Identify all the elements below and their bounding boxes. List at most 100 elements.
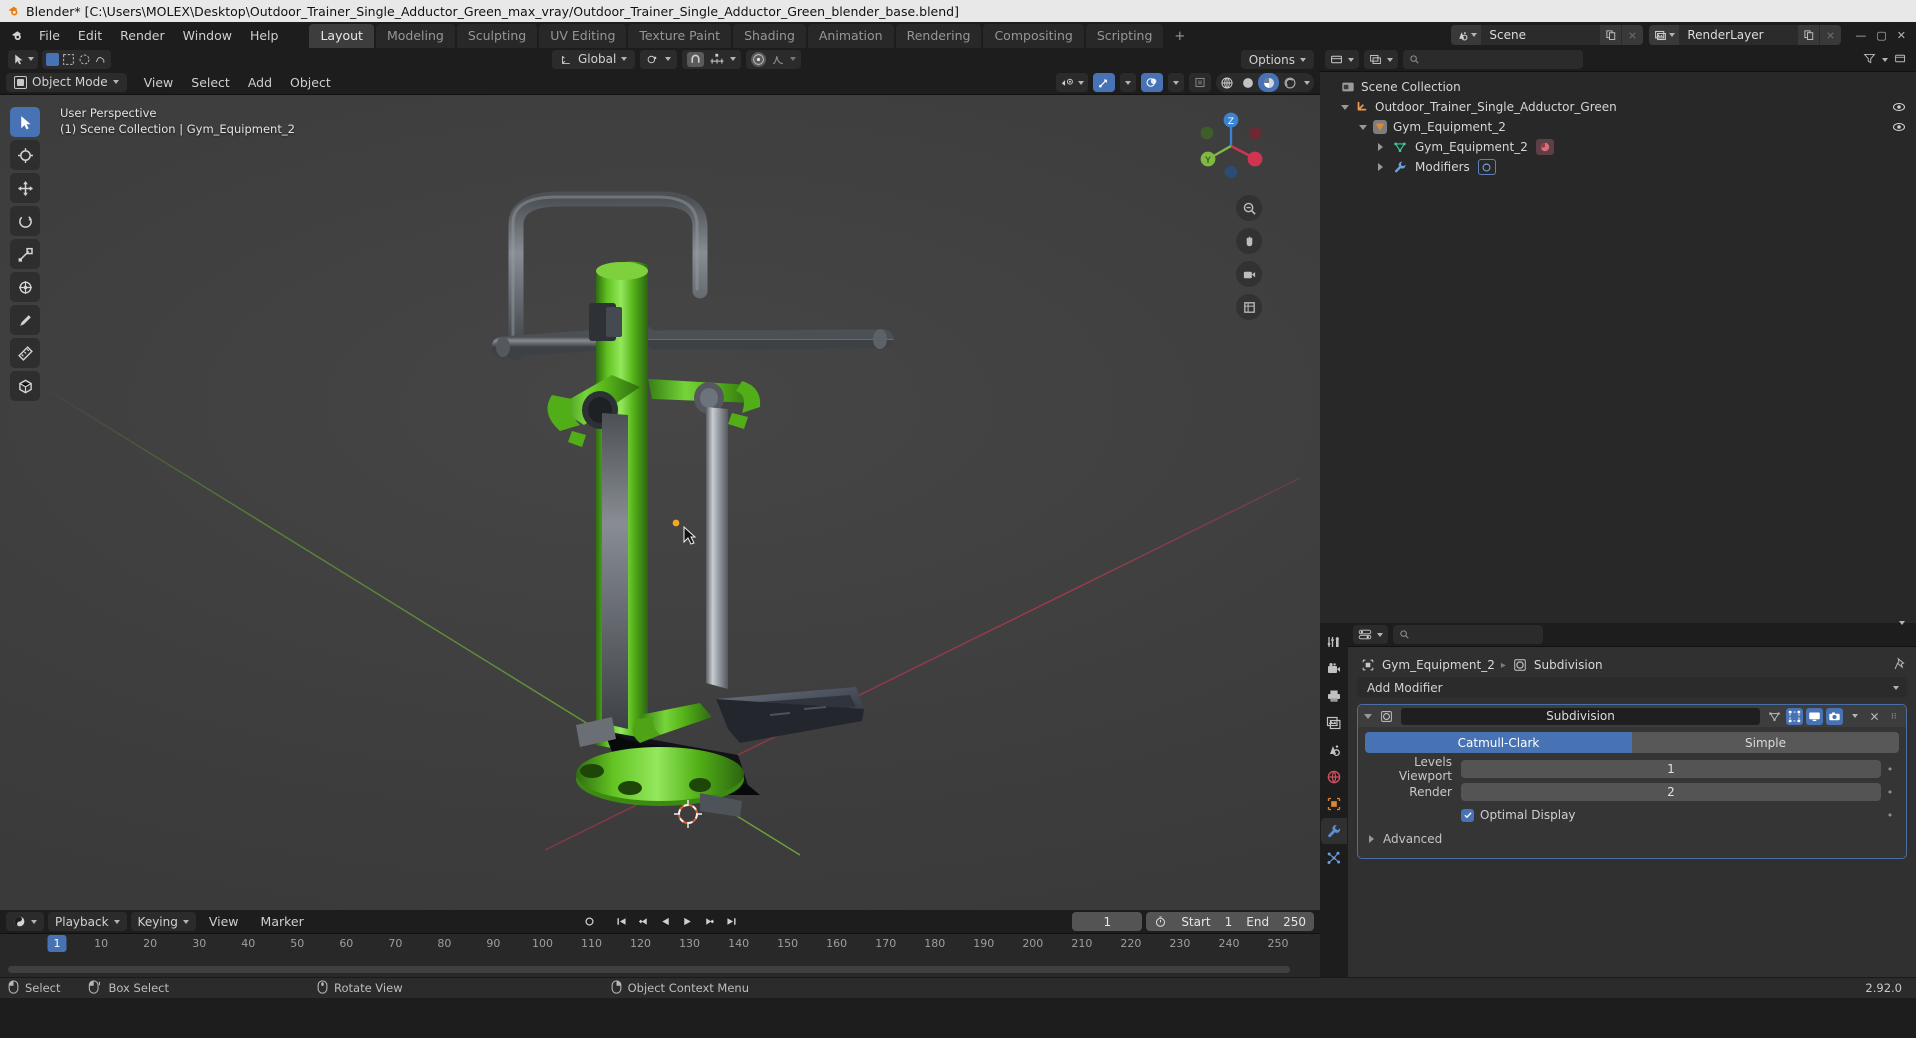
annotate-tool[interactable] [10, 305, 40, 335]
measure-tool[interactable] [10, 338, 40, 368]
gym-equipment-model[interactable] [0, 95, 1320, 910]
menu-render[interactable]: Render [111, 25, 174, 46]
unlink-scene-button[interactable] [1621, 25, 1644, 45]
mode-selector[interactable]: Object Mode [6, 72, 127, 92]
timeline-menu-view[interactable]: View [200, 912, 248, 931]
grip-dots-icon[interactable] [1886, 708, 1903, 725]
gizmo-dropdown[interactable] [1120, 73, 1136, 92]
shading-rendered[interactable] [1279, 73, 1300, 92]
3d-viewport[interactable]: User Perspective (1) Scene Collection | … [0, 95, 1320, 910]
options-button[interactable]: Options [1240, 50, 1314, 69]
record-icon[interactable] [580, 912, 598, 931]
new-scene-button[interactable] [1599, 25, 1622, 45]
menu-edit[interactable]: Edit [69, 25, 111, 46]
render-toggle[interactable] [1826, 707, 1843, 725]
shading-material-preview[interactable] [1258, 73, 1279, 92]
timeline-scrollbar[interactable] [8, 966, 1290, 973]
properties-object-tab[interactable] [1321, 791, 1347, 817]
overlays-toggle[interactable] [1141, 73, 1163, 92]
breadcrumb-modifier-label[interactable]: Subdivision [1534, 658, 1603, 672]
proportional-editing-group[interactable] [746, 49, 802, 69]
view-layer-selector[interactable]: RenderLayer [1649, 25, 1842, 45]
outliner-row-outdoor-trainer[interactable]: Outdoor_Trainer_Single_Adductor_Green [1320, 97, 1916, 117]
proportional-edit-icon[interactable] [751, 51, 767, 67]
cursor-tool[interactable] [10, 140, 40, 170]
properties-particles-tab[interactable] [1321, 845, 1347, 871]
on-cage-toggle[interactable] [1766, 708, 1783, 725]
outliner-editor-type[interactable] [1325, 50, 1359, 69]
prev-keyframe-icon[interactable] [634, 912, 652, 931]
timeline-track[interactable] [0, 956, 1320, 977]
realtime-display-toggle[interactable] [1806, 707, 1823, 725]
playback-menu[interactable]: Playback [48, 912, 127, 931]
levels-viewport-field[interactable]: 1 [1461, 760, 1881, 778]
menu-help[interactable]: Help [241, 25, 288, 46]
jump-start-icon[interactable] [612, 912, 630, 931]
timeline-menu-marker[interactable]: Marker [252, 912, 313, 931]
optimal-display-checkbox[interactable] [1461, 808, 1474, 822]
pivot-point-selector[interactable] [640, 49, 678, 69]
expander-icon[interactable] [1374, 163, 1387, 171]
select-mode-buttons[interactable] [42, 49, 111, 69]
viewport-menu-select[interactable]: Select [182, 73, 239, 92]
menu-file[interactable]: File [30, 25, 69, 46]
play-reverse-icon[interactable] [656, 912, 674, 931]
transform-orientation-selector[interactable]: Global [552, 49, 636, 69]
eye-icon[interactable] [1892, 100, 1906, 117]
gizmo-toggle[interactable] [1093, 73, 1115, 92]
snapping-group[interactable] [682, 49, 742, 69]
scene-selector[interactable]: Scene [1451, 25, 1644, 45]
outliner-row-modifiers[interactable]: Modifiers [1320, 157, 1916, 177]
properties-search-input[interactable] [1393, 625, 1543, 644]
play-icon[interactable] [678, 912, 696, 931]
orthographic-icon[interactable] [1236, 294, 1262, 320]
animate-property-dot[interactable]: • [1881, 809, 1899, 822]
tab-sculpting[interactable]: Sculpting [456, 24, 538, 48]
timeline-playhead[interactable]: 1 [47, 935, 67, 952]
outliner-row-mesh-data[interactable]: Gym_Equipment_2 [1320, 137, 1916, 157]
viewport-menu-add[interactable]: Add [239, 73, 281, 92]
animate-property-dot[interactable]: • [1881, 786, 1899, 799]
properties-render-tab[interactable] [1321, 656, 1347, 682]
frame-range-fields[interactable]: Start 1 End 250 [1146, 912, 1314, 931]
timeline-editor-type[interactable] [6, 912, 44, 931]
outliner-new-collection-icon[interactable] [1894, 50, 1907, 69]
chevron-down-icon[interactable] [1899, 621, 1905, 644]
active-tool-icon[interactable] [8, 49, 38, 69]
transform-tool[interactable] [10, 272, 40, 302]
tab-compositing[interactable]: Compositing [983, 24, 1084, 48]
catmull-clark-option[interactable]: Catmull-Clark [1365, 732, 1632, 753]
tab-modeling[interactable]: Modeling [375, 24, 455, 48]
expander-icon[interactable] [1356, 124, 1369, 130]
tab-animation[interactable]: Animation [807, 24, 894, 48]
outliner-row-scene-collection[interactable]: Scene Collection [1320, 77, 1916, 97]
simple-option[interactable]: Simple [1632, 732, 1899, 753]
shading-dropdown[interactable] [1300, 73, 1314, 92]
timeline-ruler[interactable]: 10 20 30 40 50 60 70 80 90 100 110 120 130 140 150 160 1… [0, 934, 1320, 956]
add-workspace-button[interactable]: + [1165, 25, 1194, 48]
camera-icon[interactable] [1236, 261, 1262, 287]
viewport-menu-object[interactable]: Object [281, 73, 340, 92]
tab-shading[interactable]: Shading [733, 24, 806, 48]
shading-solid[interactable] [1237, 73, 1258, 92]
render-levels-field[interactable]: 2 [1461, 783, 1881, 801]
overlays-dropdown[interactable] [1168, 73, 1184, 92]
outliner-search-input[interactable] [1403, 50, 1583, 69]
magnet-icon[interactable] [687, 51, 705, 67]
pan-hand-icon[interactable] [1236, 228, 1262, 254]
zoom-icon[interactable] [1236, 195, 1262, 221]
outliner-display-mode[interactable] [1364, 50, 1398, 69]
properties-tool-tab[interactable] [1321, 629, 1347, 655]
modifier-name-field[interactable]: Subdivision [1401, 707, 1760, 725]
visibility-toggle[interactable] [1056, 73, 1088, 92]
properties-view-layer-tab[interactable] [1321, 710, 1347, 736]
viewport-menu-view[interactable]: View [135, 73, 183, 92]
shading-wireframe[interactable] [1216, 73, 1237, 92]
material-icon[interactable] [1535, 139, 1554, 155]
new-view-layer-button[interactable] [1797, 25, 1820, 45]
current-frame-field[interactable]: 1 [1072, 912, 1143, 931]
breadcrumb-object-label[interactable]: Gym_Equipment_2 [1382, 658, 1495, 672]
add-cube-tool[interactable] [10, 371, 40, 401]
properties-output-tab[interactable] [1321, 683, 1347, 709]
move-tool[interactable] [10, 173, 40, 203]
